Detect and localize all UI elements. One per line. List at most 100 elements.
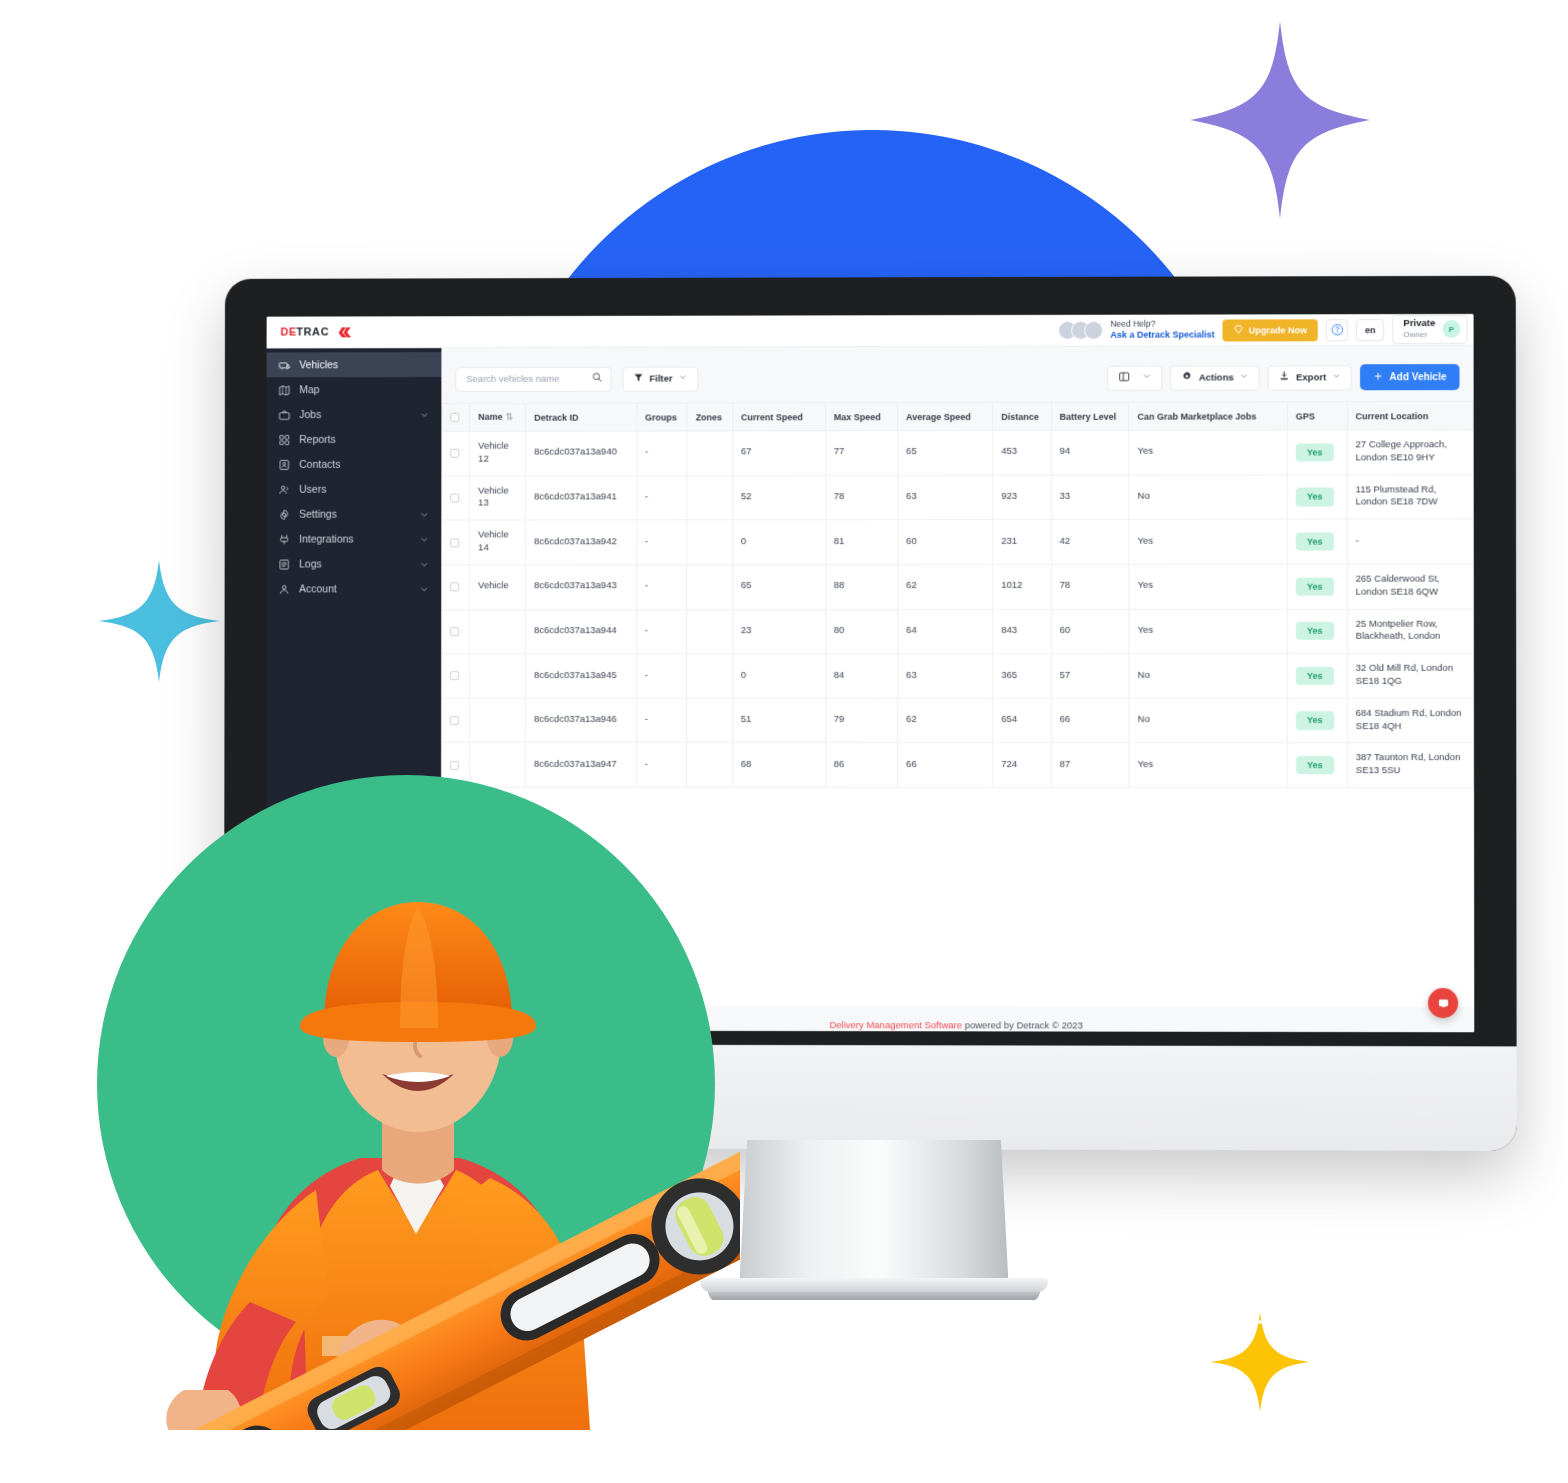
col-header-gps[interactable]: GPS — [1287, 401, 1348, 430]
row-select-cell[interactable] — [441, 431, 470, 476]
col-header-detrack-id[interactable]: Detrack ID — [525, 403, 637, 432]
cell-current-speed: 23 — [732, 609, 826, 654]
page-root: DE TRAC Need Help? Ask a Detrack Special… — [0, 0, 1568, 1483]
col-header-distance[interactable]: Distance — [992, 402, 1052, 431]
chevron-down-icon[interactable] — [419, 534, 429, 544]
select-all-checkbox[interactable] — [450, 412, 460, 422]
sidebar-item-label: Vehicles — [299, 358, 339, 371]
col-header-current-location[interactable]: Current Location — [1347, 401, 1474, 430]
col-header-max-speed[interactable]: Max Speed — [825, 402, 898, 431]
gps-status-badge: Yes — [1296, 622, 1334, 641]
chat-bubble-icon[interactable] — [1427, 987, 1459, 1019]
help-circle-icon[interactable] — [1326, 318, 1349, 341]
row-select-cell[interactable] — [441, 520, 470, 565]
sidebar-item-settings[interactable]: Settings — [266, 502, 441, 527]
add-vehicle-button[interactable]: Add Vehicle — [1360, 364, 1460, 391]
header-right: Need Help? Ask a Detrack Specialist Upgr… — [1058, 314, 1468, 346]
sidebar-item-jobs[interactable]: Jobs — [267, 402, 442, 427]
person-icon — [278, 583, 290, 595]
account-name: Private — [1403, 318, 1436, 330]
row-checkbox[interactable] — [450, 582, 460, 592]
users-icon — [278, 483, 290, 495]
footer-link[interactable]: Delivery Management Software — [829, 1020, 962, 1031]
ask-specialist-link[interactable]: Ask a Detrack Specialist — [1110, 330, 1214, 341]
need-help-title: Need Help? — [1110, 319, 1156, 330]
sidebar-item-label: Settings — [299, 508, 337, 521]
cell-current-speed: 0 — [732, 519, 826, 565]
col-header-name[interactable]: Name ⇅ — [469, 403, 526, 432]
row-select-cell[interactable] — [441, 564, 470, 610]
select-all-cell[interactable] — [441, 403, 470, 432]
contact-icon — [278, 458, 290, 470]
table-row[interactable]: Vehicle 8c6cdc037a13a943-65 88 62 1012 78 Yes Y… — [441, 563, 1474, 610]
sidebar-item-map[interactable]: Map — [267, 377, 442, 402]
table-row[interactable]: Vehicle 14 8c6cdc037a13a942-0 81 60 231 42 Yes… — [441, 519, 1474, 565]
worker-photo — [60, 902, 740, 1430]
col-header-zones[interactable]: Zones — [687, 402, 733, 431]
columns-button[interactable] — [1107, 365, 1163, 391]
chevron-down-icon[interactable] — [419, 559, 429, 569]
search-input[interactable] — [466, 373, 586, 385]
col-header-current-speed[interactable]: Current Speed — [732, 402, 826, 431]
table-row[interactable]: Vehicle 13 8c6cdc037a13a941-52 78 63 923 33 No… — [441, 474, 1474, 521]
cell-average-speed: 63 — [897, 653, 993, 699]
cell-distance: 1012 — [992, 564, 1052, 609]
app-header: DE TRAC Need Help? Ask a Detrack Special… — [266, 313, 1474, 349]
cell-groups: - — [636, 564, 688, 610]
row-checkbox[interactable] — [450, 538, 460, 548]
search-box[interactable] — [455, 366, 612, 392]
columns-icon — [1118, 370, 1131, 385]
gps-status-badge: Yes — [1295, 532, 1334, 551]
row-select-cell[interactable] — [441, 475, 470, 521]
gps-status-badge: Yes — [1296, 666, 1334, 685]
table-row[interactable]: Vehicle 12 8c6cdc037a13a940-67 77 65 453 94 Ye… — [441, 429, 1474, 476]
need-help-block[interactable]: Need Help? Ask a Detrack Specialist — [1058, 319, 1215, 341]
actions-button[interactable]: Actions — [1170, 364, 1260, 391]
upgrade-now-button[interactable]: Upgrade Now — [1222, 318, 1319, 342]
sidebar-item-reports[interactable]: Reports — [266, 427, 441, 452]
search-icon[interactable] — [592, 370, 603, 388]
cell-distance: 654 — [992, 698, 1052, 743]
chevron-down-icon[interactable] — [419, 409, 429, 419]
account-menu[interactable]: Private Owner P — [1392, 315, 1468, 344]
cell-max-speed: 80 — [825, 609, 898, 654]
col-header-can-grab-marketplace-jobs[interactable]: Can Grab Marketplace Jobs — [1129, 401, 1288, 431]
cell-zones — [687, 475, 733, 521]
sidebar-item-contacts[interactable]: Contacts — [266, 452, 441, 477]
sidebar-item-label: Users — [299, 483, 327, 496]
sidebar-item-account[interactable]: Account — [266, 576, 441, 601]
cell-average-speed: 62 — [897, 564, 993, 610]
language-selector[interactable]: en — [1356, 318, 1385, 341]
row-checkbox[interactable] — [450, 493, 460, 503]
cell-gps: Yes — [1287, 742, 1348, 788]
monitor-stand-base — [700, 1278, 1048, 1300]
export-button[interactable]: Export — [1267, 364, 1353, 390]
chevron-down-icon[interactable] — [419, 584, 429, 594]
sidebar-item-users[interactable]: Users — [266, 477, 441, 502]
cell-battery-level: 42 — [1051, 519, 1130, 565]
cell-current-location: 265 Calderwood St, London SE18 6QW — [1347, 563, 1474, 609]
sidebar-item-vehicles[interactable]: Vehicles — [266, 352, 442, 378]
col-header-battery-level[interactable]: Battery Level — [1051, 402, 1130, 431]
cell-name: Vehicle 14 — [469, 520, 526, 565]
list-icon — [278, 558, 290, 570]
cell-average-speed: 65 — [897, 430, 993, 476]
cell-max-speed: 81 — [825, 519, 898, 565]
cell-can-grab-marketplace-jobs: Yes — [1129, 742, 1288, 788]
sidebar-item-integrations[interactable]: Integrations — [266, 527, 441, 552]
account-avatar: P — [1442, 320, 1461, 339]
cell-name: Vehicle 12 — [469, 431, 526, 476]
cell-current-speed: 68 — [732, 742, 826, 788]
sort-icon[interactable]: ⇅ — [506, 412, 514, 422]
col-header-average-speed[interactable]: Average Speed — [897, 402, 993, 431]
cell-gps: Yes — [1287, 564, 1348, 609]
row-checkbox[interactable] — [450, 449, 460, 459]
cell-battery-level: 60 — [1051, 608, 1130, 654]
sidebar-item-logs[interactable]: Logs — [266, 551, 441, 576]
chevron-down-icon[interactable] — [419, 509, 429, 519]
cell-zones — [687, 564, 733, 610]
svg-text:TRAC: TRAC — [296, 326, 329, 338]
filter-button[interactable]: Filter — [622, 366, 699, 392]
detrack-logo[interactable]: DE TRAC — [281, 324, 368, 340]
col-header-groups[interactable]: Groups — [636, 402, 688, 432]
